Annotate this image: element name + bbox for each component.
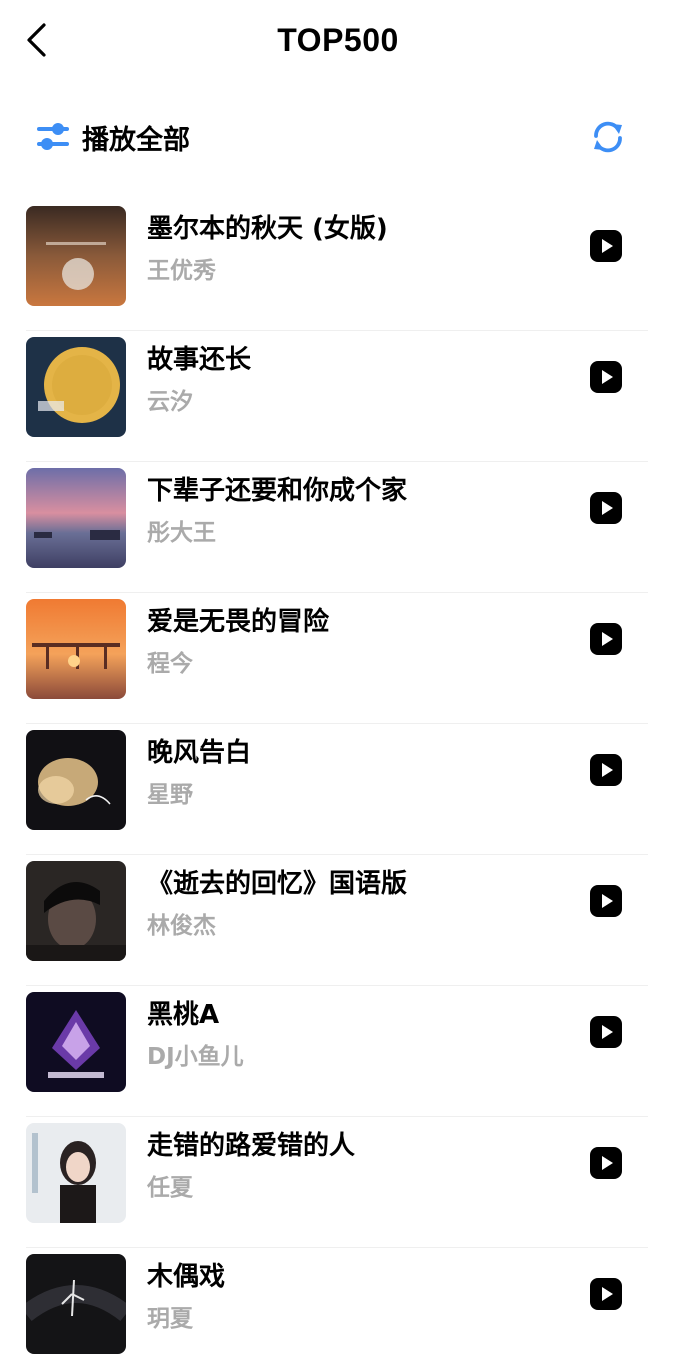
song-row[interactable]: 黑桃A DJ小鱼儿: [26, 986, 648, 1117]
album-cover: [26, 1254, 126, 1354]
song-artist: 云汐: [147, 389, 193, 415]
song-artist: 林俊杰: [147, 913, 216, 939]
album-cover: [26, 1123, 126, 1223]
song-title: 《逝去的回忆》国语版: [147, 869, 408, 899]
play-icon[interactable]: [590, 1278, 622, 1310]
song-row[interactable]: 下辈子还要和你成个家 彤大王: [26, 462, 648, 593]
song-row[interactable]: 《逝去的回忆》国语版 林俊杰: [26, 855, 648, 986]
play-icon[interactable]: [590, 492, 622, 524]
song-artist: 彤大王: [147, 520, 216, 546]
playlist-toolbar: 播放全部: [0, 106, 676, 168]
song-artist: DJ小鱼儿: [147, 1044, 244, 1070]
header-bar: TOP500: [0, 0, 676, 84]
play-icon[interactable]: [590, 1147, 622, 1179]
song-title: 木偶戏: [147, 1262, 226, 1292]
refresh-icon[interactable]: [588, 117, 628, 157]
song-row[interactable]: 晚风告白 星野: [26, 724, 648, 855]
song-title: 晚风告白: [147, 738, 252, 768]
album-cover: [26, 730, 126, 830]
play-icon[interactable]: [590, 361, 622, 393]
page-title: TOP500: [277, 22, 399, 58]
song-title: 墨尔本的秋天 (女版): [147, 214, 388, 244]
album-cover: [26, 599, 126, 699]
song-row[interactable]: 木偶戏 玥夏: [26, 1248, 648, 1360]
song-title: 下辈子还要和你成个家: [147, 476, 408, 506]
album-cover: [26, 468, 126, 568]
album-cover: [26, 206, 126, 306]
song-title: 走错的路爱错的人: [147, 1131, 356, 1161]
song-title: 故事还长: [147, 345, 252, 375]
song-row[interactable]: 爱是无畏的冒险 程今: [26, 593, 648, 724]
play-all-button[interactable]: 播放全部: [36, 106, 190, 168]
song-list: 墨尔本的秋天 (女版) 王优秀 故事还长 云汐 下辈子还要和你成个家 彤大王 爱…: [26, 200, 648, 1360]
song-row[interactable]: 故事还长 云汐: [26, 331, 648, 462]
song-title: 爱是无畏的冒险: [147, 607, 330, 637]
play-all-label: 播放全部: [82, 124, 190, 156]
song-artist: 任夏: [147, 1175, 193, 1201]
album-cover: [26, 992, 126, 1092]
song-artist: 程今: [147, 651, 193, 677]
play-icon[interactable]: [590, 623, 622, 655]
song-artist: 星野: [147, 782, 193, 808]
album-cover: [26, 861, 126, 961]
song-artist: 王优秀: [147, 258, 216, 284]
play-icon[interactable]: [590, 754, 622, 786]
play-icon[interactable]: [590, 1016, 622, 1048]
play-icon[interactable]: [590, 885, 622, 917]
album-cover: [26, 337, 126, 437]
song-title: 黑桃A: [147, 1000, 220, 1030]
sliders-icon: [37, 123, 69, 150]
song-row[interactable]: 走错的路爱错的人 任夏: [26, 1117, 648, 1248]
song-row[interactable]: 墨尔本的秋天 (女版) 王优秀: [26, 200, 648, 331]
song-artist: 玥夏: [147, 1306, 193, 1332]
play-icon[interactable]: [590, 230, 622, 262]
